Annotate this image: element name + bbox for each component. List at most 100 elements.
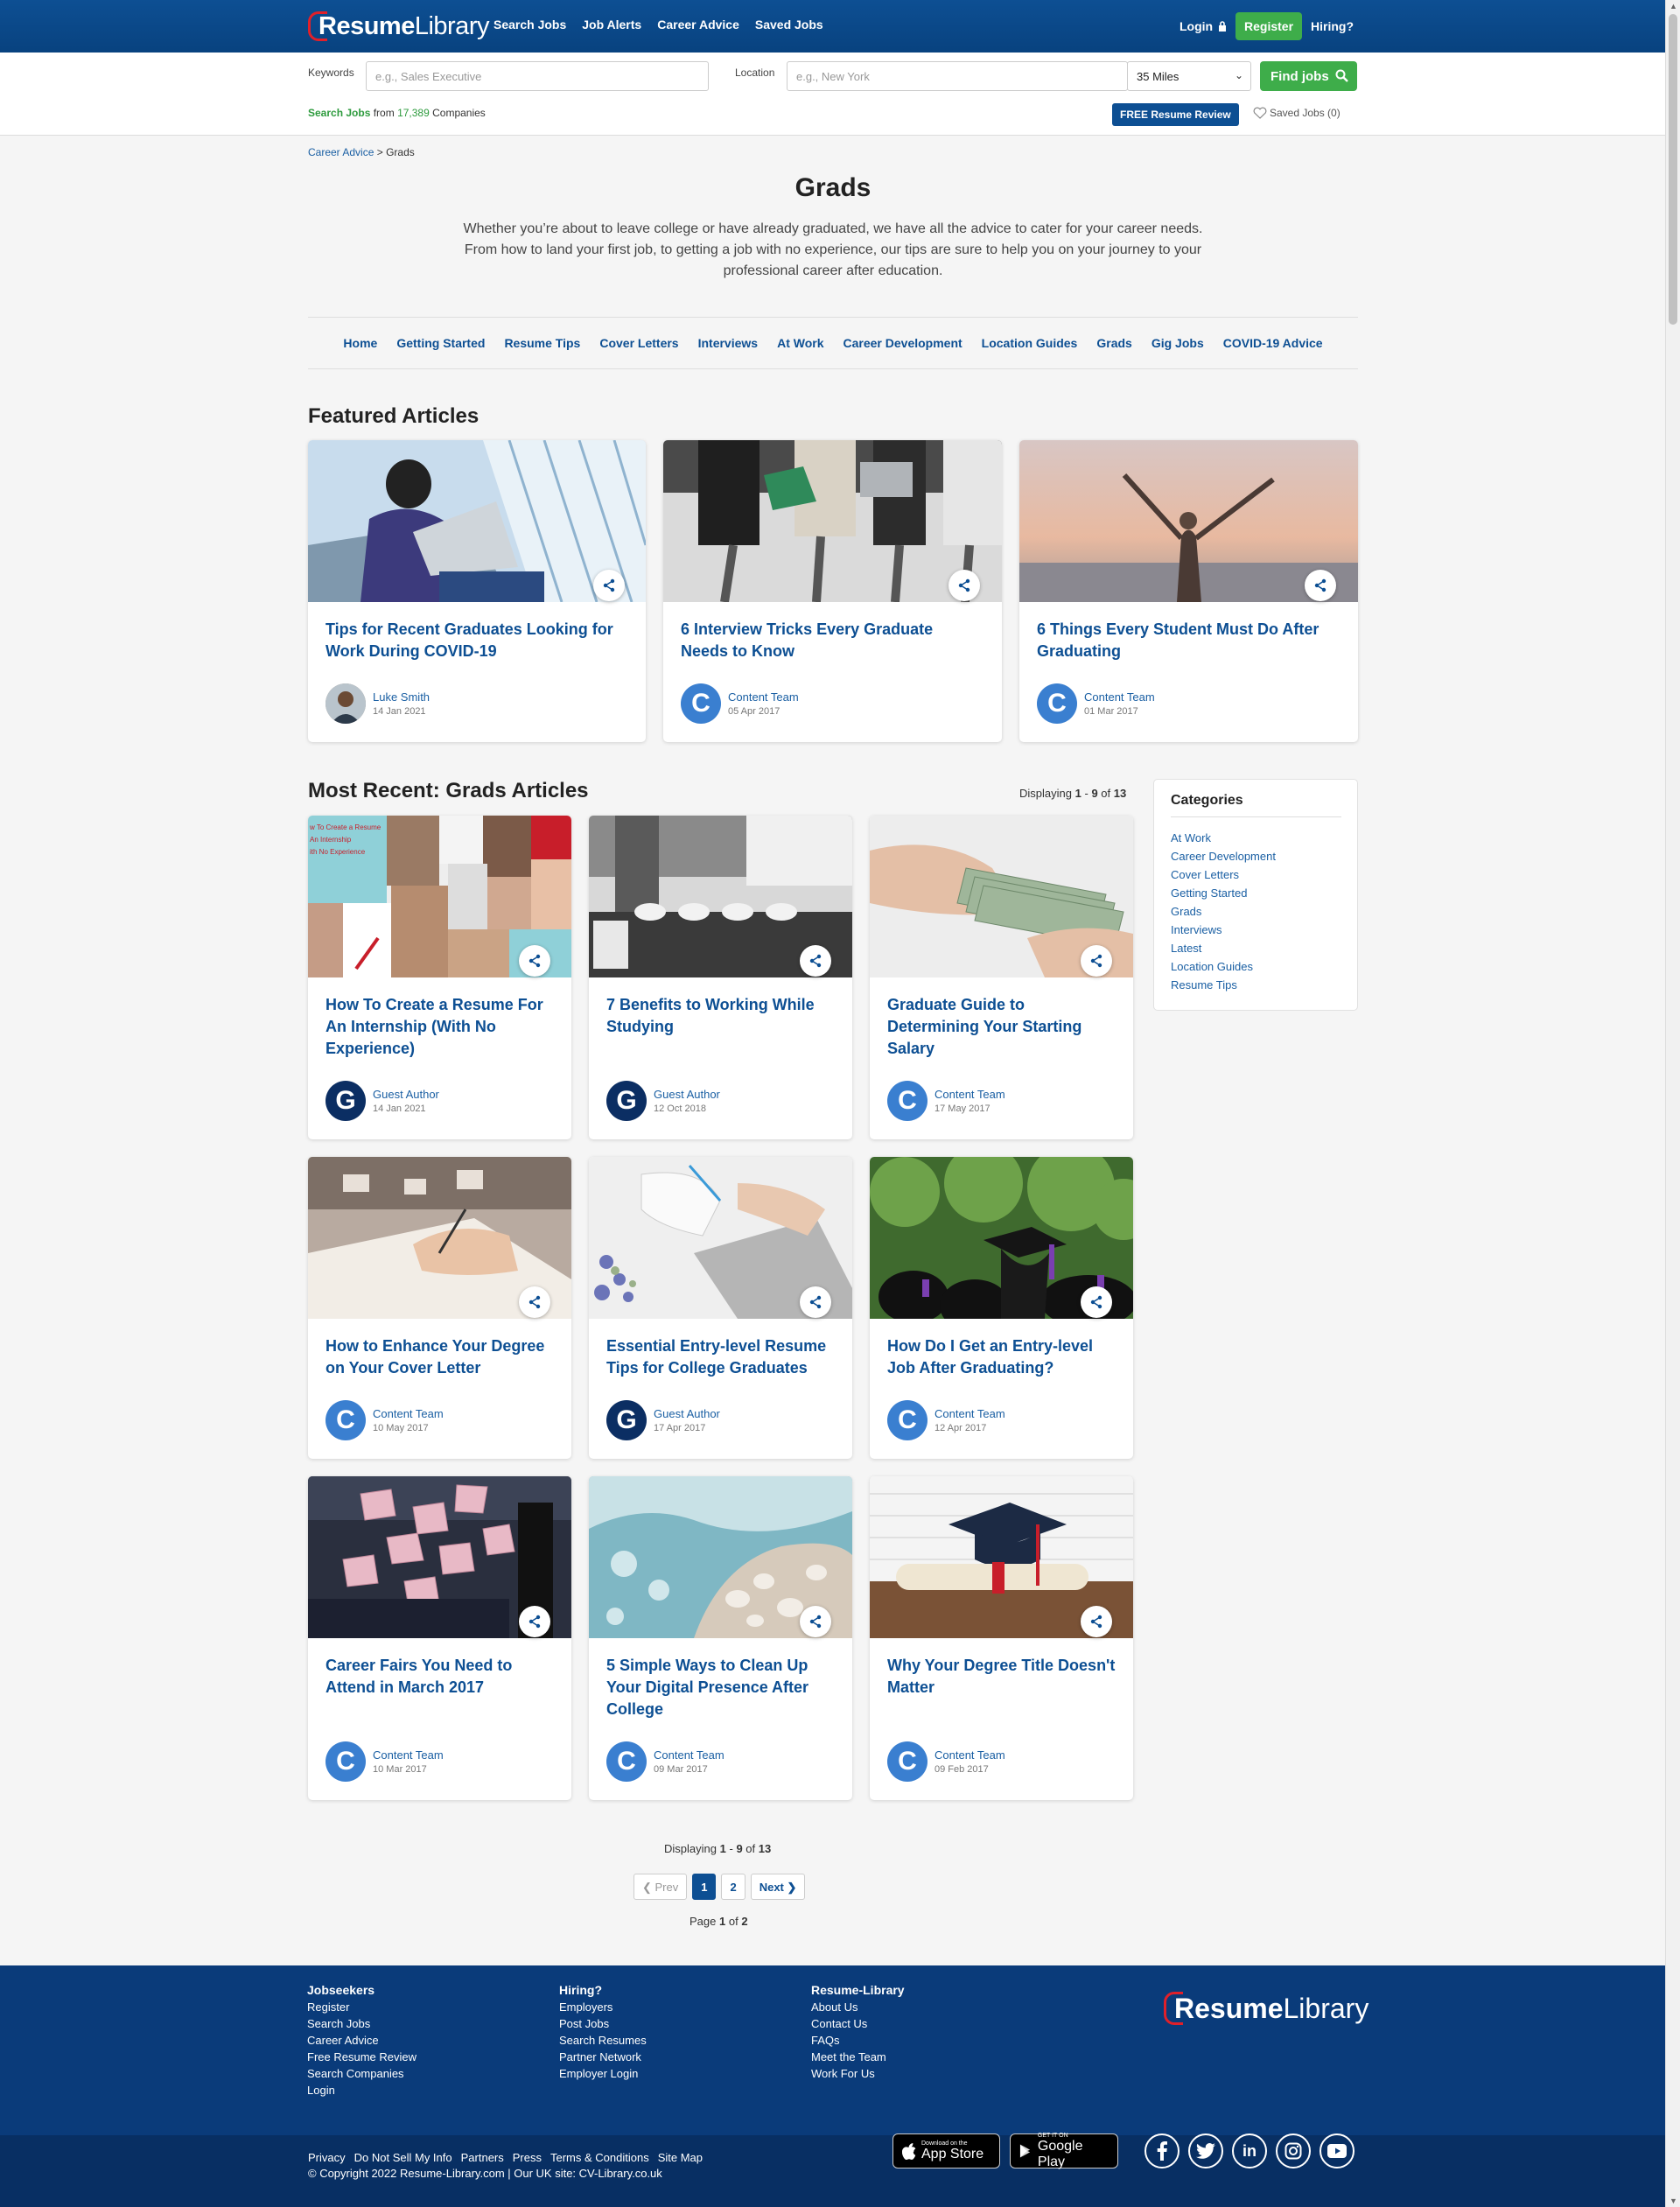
location-input[interactable]: e.g., New York bbox=[787, 61, 1128, 91]
scroll-down-arrow-icon[interactable]: ▼ bbox=[1670, 2196, 1677, 2205]
author-name[interactable]: Luke Smith bbox=[373, 690, 430, 704]
author-name[interactable]: Content Team bbox=[934, 1407, 1005, 1420]
share-button[interactable] bbox=[1081, 1606, 1112, 1637]
article-title[interactable]: How to Enhance Your Degree on Your Cover… bbox=[326, 1335, 557, 1379]
article-card[interactable]: How Do I Get an Entry-level Job After Gr… bbox=[870, 1157, 1133, 1459]
article-card[interactable]: Career Fairs You Need to Attend in March… bbox=[308, 1476, 571, 1800]
google-play-button[interactable]: GET IT ON Google Play bbox=[1010, 2133, 1118, 2169]
breadcrumb-career-advice[interactable]: Career Advice bbox=[308, 146, 374, 158]
author-name[interactable]: Content Team bbox=[373, 1407, 444, 1420]
author-name[interactable]: Content Team bbox=[654, 1748, 724, 1762]
share-button[interactable] bbox=[519, 1286, 550, 1318]
footer-link[interactable]: About Us bbox=[811, 1999, 905, 2015]
prev-page-button[interactable]: ❮ Prev bbox=[634, 1874, 688, 1900]
article-title[interactable]: Why Your Degree Title Doesn't Matter bbox=[887, 1655, 1119, 1699]
author-name[interactable]: Content Team bbox=[728, 690, 799, 704]
next-page-button[interactable]: Next ❯ bbox=[750, 1874, 806, 1900]
article-card[interactable]: How to Enhance Your Degree on Your Cover… bbox=[308, 1157, 571, 1459]
footer-link[interactable]: Partner Network bbox=[559, 2049, 647, 2065]
share-button[interactable] bbox=[948, 570, 980, 601]
footer-link-sitemap[interactable]: Site Map bbox=[658, 2151, 703, 2164]
youtube-icon[interactable] bbox=[1320, 2133, 1354, 2168]
article-title[interactable]: How Do I Get an Entry-level Job After Gr… bbox=[887, 1335, 1119, 1379]
category-location-guides[interactable]: Location Guides bbox=[1171, 957, 1276, 976]
category-grads[interactable]: Grads bbox=[1171, 902, 1276, 921]
footer-link[interactable]: Search Jobs bbox=[307, 2015, 416, 2032]
footer-link[interactable]: Register bbox=[307, 1999, 416, 2015]
author-name[interactable]: Guest Author bbox=[654, 1407, 720, 1420]
cat-nav-at-work[interactable]: At Work bbox=[777, 336, 823, 350]
cat-nav-grads[interactable]: Grads bbox=[1096, 336, 1131, 350]
share-button[interactable] bbox=[800, 1606, 831, 1637]
free-resume-review-button[interactable]: FREE Resume Review bbox=[1112, 103, 1239, 126]
footer-link[interactable]: Work For Us bbox=[811, 2065, 905, 2082]
cat-nav-getting-started[interactable]: Getting Started bbox=[396, 336, 485, 350]
author-name[interactable]: Content Team bbox=[934, 1088, 1005, 1101]
footer-link[interactable]: Career Advice bbox=[307, 2032, 416, 2049]
article-title[interactable]: Career Fairs You Need to Attend in March… bbox=[326, 1655, 557, 1699]
cat-nav-cover-letters[interactable]: Cover Letters bbox=[599, 336, 678, 350]
cat-nav-resume-tips[interactable]: Resume Tips bbox=[504, 336, 580, 350]
saved-jobs-link[interactable]: Saved Jobs (0) bbox=[1253, 107, 1340, 119]
category-getting-started[interactable]: Getting Started bbox=[1171, 884, 1276, 902]
article-card[interactable]: Why Your Degree Title Doesn't Matter C C… bbox=[870, 1476, 1133, 1800]
share-button[interactable] bbox=[800, 1286, 831, 1318]
author-name[interactable]: Content Team bbox=[934, 1748, 1005, 1762]
author-name[interactable]: Guest Author bbox=[654, 1088, 720, 1101]
category-at-work[interactable]: At Work bbox=[1171, 829, 1276, 847]
footer-link-privacy[interactable]: Privacy bbox=[308, 2151, 346, 2164]
article-title[interactable]: Essential Entry-level Resume Tips for Co… bbox=[606, 1335, 838, 1379]
footer-link[interactable]: Post Jobs bbox=[559, 2015, 647, 2032]
article-title[interactable]: 7 Benefits to Working While Studying bbox=[606, 994, 838, 1038]
article-card[interactable]: 5 Simple Ways to Clean Up Your Digital P… bbox=[589, 1476, 852, 1800]
instagram-icon[interactable] bbox=[1276, 2133, 1311, 2168]
footer-link[interactable]: Search Resumes bbox=[559, 2032, 647, 2049]
footer-link-press[interactable]: Press bbox=[513, 2151, 542, 2164]
article-card[interactable]: Essential Entry-level Resume Tips for Co… bbox=[589, 1157, 852, 1459]
app-store-button[interactable]: Download on the App Store bbox=[892, 2133, 1000, 2168]
footer-link[interactable]: Employers bbox=[559, 1999, 647, 2015]
nav-saved-jobs[interactable]: Saved Jobs bbox=[755, 18, 823, 32]
register-button[interactable]: Register bbox=[1236, 12, 1303, 40]
category-cover-letters[interactable]: Cover Letters bbox=[1171, 865, 1276, 884]
article-title[interactable]: 6 Things Every Student Must Do After Gra… bbox=[1037, 619, 1340, 662]
scroll-up-arrow-icon[interactable]: ▲ bbox=[1670, 2, 1677, 11]
twitter-icon[interactable] bbox=[1188, 2133, 1223, 2168]
footer-logo[interactable]: ResumeLibrary bbox=[1164, 1992, 1368, 2025]
radius-select[interactable]: 35 Miles ⌄ bbox=[1127, 61, 1251, 91]
footer-link[interactable]: Search Companies bbox=[307, 2065, 416, 2082]
article-title[interactable]: Graduate Guide to Determining Your Start… bbox=[887, 994, 1119, 1060]
share-button[interactable] bbox=[1081, 945, 1112, 977]
footer-link-do-not-sell[interactable]: Do Not Sell My Info bbox=[354, 2151, 452, 2164]
page-scrollbar[interactable]: ▲ ▼ bbox=[1665, 0, 1680, 2207]
login-link[interactable]: Login bbox=[1180, 19, 1227, 33]
cat-nav-covid-advice[interactable]: COVID-19 Advice bbox=[1223, 336, 1323, 350]
footer-link[interactable]: FAQs bbox=[811, 2032, 905, 2049]
footer-link-partners[interactable]: Partners bbox=[461, 2151, 504, 2164]
nav-career-advice[interactable]: Career Advice bbox=[657, 18, 739, 32]
cat-nav-location-guides[interactable]: Location Guides bbox=[982, 336, 1078, 350]
article-title[interactable]: How To Create a Resume For An Internship… bbox=[326, 994, 557, 1060]
find-jobs-button[interactable]: Find jobs bbox=[1260, 61, 1357, 91]
article-card[interactable]: w To Create a Resume An Internship ith N… bbox=[308, 816, 571, 1139]
resume-library-logo[interactable]: ResumeLibrary bbox=[308, 11, 489, 42]
footer-link[interactable]: Contact Us bbox=[811, 2015, 905, 2032]
author-name[interactable]: Content Team bbox=[373, 1748, 444, 1762]
hiring-link[interactable]: Hiring? bbox=[1311, 19, 1354, 33]
stat-prefix[interactable]: Search Jobs bbox=[308, 107, 370, 119]
featured-article-card[interactable]: Tips for Recent Graduates Looking for Wo… bbox=[308, 440, 646, 742]
category-interviews[interactable]: Interviews bbox=[1171, 921, 1276, 939]
featured-article-card[interactable]: 6 Interview Tricks Every Graduate Needs … bbox=[663, 440, 1002, 742]
share-button[interactable] bbox=[593, 570, 625, 601]
cat-nav-career-development[interactable]: Career Development bbox=[844, 336, 962, 350]
category-latest[interactable]: Latest bbox=[1171, 939, 1276, 957]
featured-article-card[interactable]: 6 Things Every Student Must Do After Gra… bbox=[1019, 440, 1358, 742]
scrollbar-thumb[interactable] bbox=[1669, 14, 1677, 325]
share-button[interactable] bbox=[519, 1606, 550, 1637]
share-button[interactable] bbox=[1305, 570, 1336, 601]
footer-link[interactable]: Free Resume Review bbox=[307, 2049, 416, 2065]
keywords-input[interactable]: e.g., Sales Executive bbox=[366, 61, 709, 91]
category-resume-tips[interactable]: Resume Tips bbox=[1171, 976, 1276, 994]
author-name[interactable]: Guest Author bbox=[373, 1088, 439, 1101]
footer-link[interactable]: Login bbox=[307, 2082, 416, 2098]
